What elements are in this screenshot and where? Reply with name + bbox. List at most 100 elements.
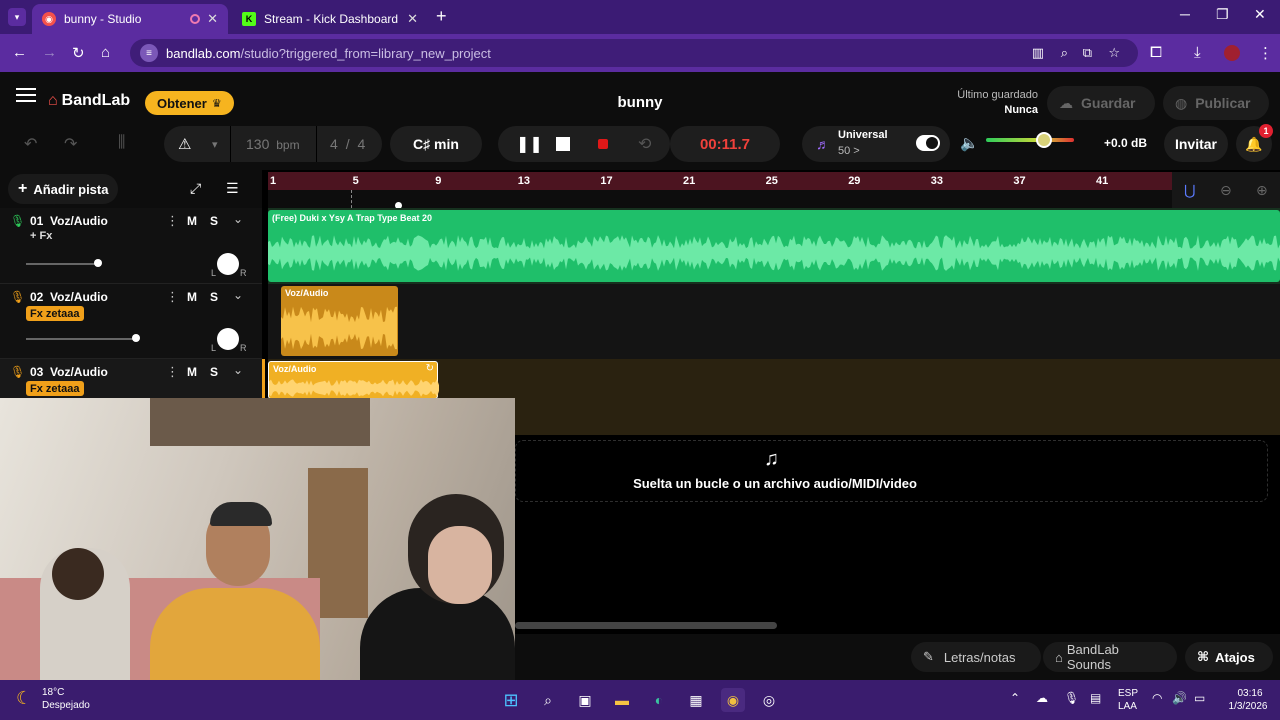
timeline-ruler-lower[interactable]	[268, 190, 1280, 208]
timeline-ruler[interactable]	[268, 172, 1172, 190]
close-tab-icon[interactable]: ✕	[407, 11, 418, 27]
undo-icon[interactable]: ↶	[24, 134, 37, 154]
mute-button[interactable]: M	[187, 214, 197, 228]
close-window-icon[interactable]: ✕	[1254, 6, 1266, 23]
display-tray-icon[interactable]: ▤	[1090, 692, 1101, 704]
pan-knob[interactable]	[217, 253, 239, 275]
shortcuts-button[interactable]: ⌘ Atajos	[1185, 642, 1273, 672]
mic-tray-icon[interactable]: 🎙	[1064, 692, 1079, 704]
chevron-down-icon[interactable]: ⌄	[233, 288, 243, 302]
volume-knob[interactable]	[94, 259, 102, 267]
volume-slider[interactable]	[26, 338, 136, 340]
invite-button[interactable]: Invitar	[1164, 126, 1228, 162]
track-menu-icon[interactable]: ⋮	[166, 364, 179, 380]
loop-icon[interactable]: ⟲	[638, 134, 651, 154]
obtener-button[interactable]: Obtener ♛	[145, 91, 234, 115]
mixer-icon[interactable]: ⫼	[118, 134, 125, 152]
horizontal-scrollbar[interactable]	[515, 622, 777, 629]
downloads-icon[interactable]: ⤓	[1194, 44, 1201, 61]
home-icon[interactable]: ⌂	[101, 44, 110, 61]
track-row[interactable]: 🎙 02 Voz/Audio ⋮ M S ⌄ Fx zetaaa L R	[0, 284, 262, 359]
fx-badge[interactable]: Fx zetaaa	[26, 381, 84, 396]
record-icon[interactable]	[598, 139, 608, 149]
add-track-button[interactable]: + Añadir pista	[8, 174, 119, 204]
weather-temp[interactable]: 18°C	[42, 687, 64, 698]
track-menu-icon[interactable]: ⋮	[166, 213, 179, 229]
drop-zone[interactable]	[515, 440, 1268, 502]
automation-icon[interactable]: ⤢	[190, 180, 201, 197]
autotune-icon[interactable]: ♬	[816, 136, 830, 152]
cloud-icon[interactable]: ☁	[1036, 692, 1048, 704]
extensions-icon[interactable]: ⧠	[1150, 44, 1162, 61]
add-fx-button[interactable]: + Fx	[30, 230, 52, 242]
start-button[interactable]: ⊞	[499, 688, 523, 712]
chevron-down-icon[interactable]: ⌄	[233, 363, 243, 377]
snap-magnet-icon[interactable]: ⋃	[1184, 182, 1195, 199]
search-icon[interactable]: ⌕	[536, 688, 560, 712]
zoom-icon[interactable]: ⌕	[1061, 45, 1068, 61]
preset-value[interactable]: 50 >	[838, 145, 860, 157]
obs-icon[interactable]: ◎	[757, 688, 781, 712]
solo-button[interactable]: S	[210, 214, 218, 228]
track-settings-icon[interactable]: ☰	[226, 180, 239, 197]
volume-icon[interactable]: 🔈	[960, 134, 979, 152]
store-icon[interactable]: ▦	[684, 688, 708, 712]
clock-time[interactable]: 03:16	[1228, 688, 1272, 700]
close-tab-icon[interactable]: ✕	[207, 11, 218, 27]
solo-button[interactable]: S	[210, 290, 218, 304]
battery-icon[interactable]: ▭	[1194, 692, 1205, 704]
reload-icon[interactable]: ↻	[72, 44, 85, 62]
save-button[interactable]: ☁ Guardar	[1047, 86, 1155, 120]
pause-icon[interactable]: ❚❚	[516, 134, 543, 154]
clock-date[interactable]: 1/3/2026	[1222, 701, 1274, 713]
bookmark-star-icon[interactable]: ☆	[1108, 45, 1120, 61]
preset-name[interactable]: Universal	[838, 129, 888, 141]
tab-kick[interactable]: K Stream - Kick Dashboard ✕	[232, 4, 428, 34]
bandlab-logo[interactable]: ⌂ BandLab	[48, 92, 130, 110]
back-icon[interactable]: ←	[12, 44, 27, 61]
tab-search-button[interactable]: ▾	[8, 8, 26, 26]
publish-button[interactable]: ◍ Publicar	[1163, 86, 1269, 120]
url-field[interactable]: ≡ bandlab.com/studio?triggered_from=libr…	[130, 39, 1138, 67]
track-row[interactable]: 🎙 03 Voz/Audio ⋮ M S ⌄ Fx zetaaa	[0, 359, 262, 399]
track-row[interactable]: 🎙 01 Voz/Audio ⋮ M S ⌄ + Fx L R	[0, 208, 262, 284]
track-name[interactable]: 01 Voz/Audio	[30, 214, 108, 228]
master-volume-knob[interactable]	[1036, 132, 1052, 148]
audio-region-selected[interactable]: Voz/Audio ↻	[268, 361, 439, 399]
time-signature[interactable]: 4 / 4	[330, 136, 365, 152]
zoom-out-icon[interactable]: ⊖	[1220, 182, 1232, 199]
bandlab-sounds-button[interactable]: ⌂ BandLab Sounds	[1043, 642, 1177, 672]
minimize-icon[interactable]: ─	[1180, 6, 1190, 22]
wifi-icon[interactable]: ◠	[1152, 692, 1162, 704]
metronome-dropdown-icon[interactable]: ▾	[212, 138, 218, 151]
pan-knob[interactable]	[217, 328, 239, 350]
autotune-toggle[interactable]	[916, 135, 940, 151]
install-app-icon[interactable]: ⧉	[1083, 45, 1092, 61]
volume-knob[interactable]	[132, 334, 140, 342]
fx-badge[interactable]: Fx zetaaa	[26, 306, 84, 321]
lang-bottom[interactable]: LAA	[1118, 701, 1137, 713]
track-lane-2[interactable]	[268, 284, 1280, 359]
volume-slider[interactable]	[26, 263, 98, 265]
tray-overflow-icon[interactable]: ⌃	[1010, 692, 1020, 704]
key-button[interactable]: C♯ min	[390, 126, 482, 162]
mute-button[interactable]: M	[187, 290, 197, 304]
speaker-icon[interactable]: 🔊	[1172, 692, 1187, 704]
new-tab-button[interactable]: +	[436, 6, 447, 27]
audio-region[interactable]: (Free) Duki x Ysy A Trap Type Beat 20	[268, 210, 1280, 282]
hamburger-menu-icon[interactable]	[16, 94, 36, 96]
browser-menu-icon[interactable]: ⋮	[1258, 44, 1273, 62]
weather-desc[interactable]: Despejado	[42, 700, 90, 711]
stop-icon[interactable]	[556, 137, 570, 151]
tab-bandlab[interactable]: ◉ bunny - Studio ✕	[32, 4, 228, 34]
weather-icon[interactable]: ☾	[16, 688, 32, 709]
metronome-icon[interactable]: ⚠	[178, 135, 191, 153]
edge-icon[interactable]: ◐	[647, 688, 671, 712]
zoom-in-icon[interactable]: ⊕	[1256, 182, 1268, 199]
project-title[interactable]: bunny	[580, 94, 700, 111]
task-view-icon[interactable]: ▣	[573, 688, 597, 712]
lang-top[interactable]: ESP	[1118, 688, 1138, 700]
chrome-icon[interactable]: ◉	[721, 688, 745, 712]
reader-mode-icon[interactable]: ▥	[1032, 45, 1044, 61]
lyrics-notes-button[interactable]: ✎ Letras/notas	[911, 642, 1041, 672]
